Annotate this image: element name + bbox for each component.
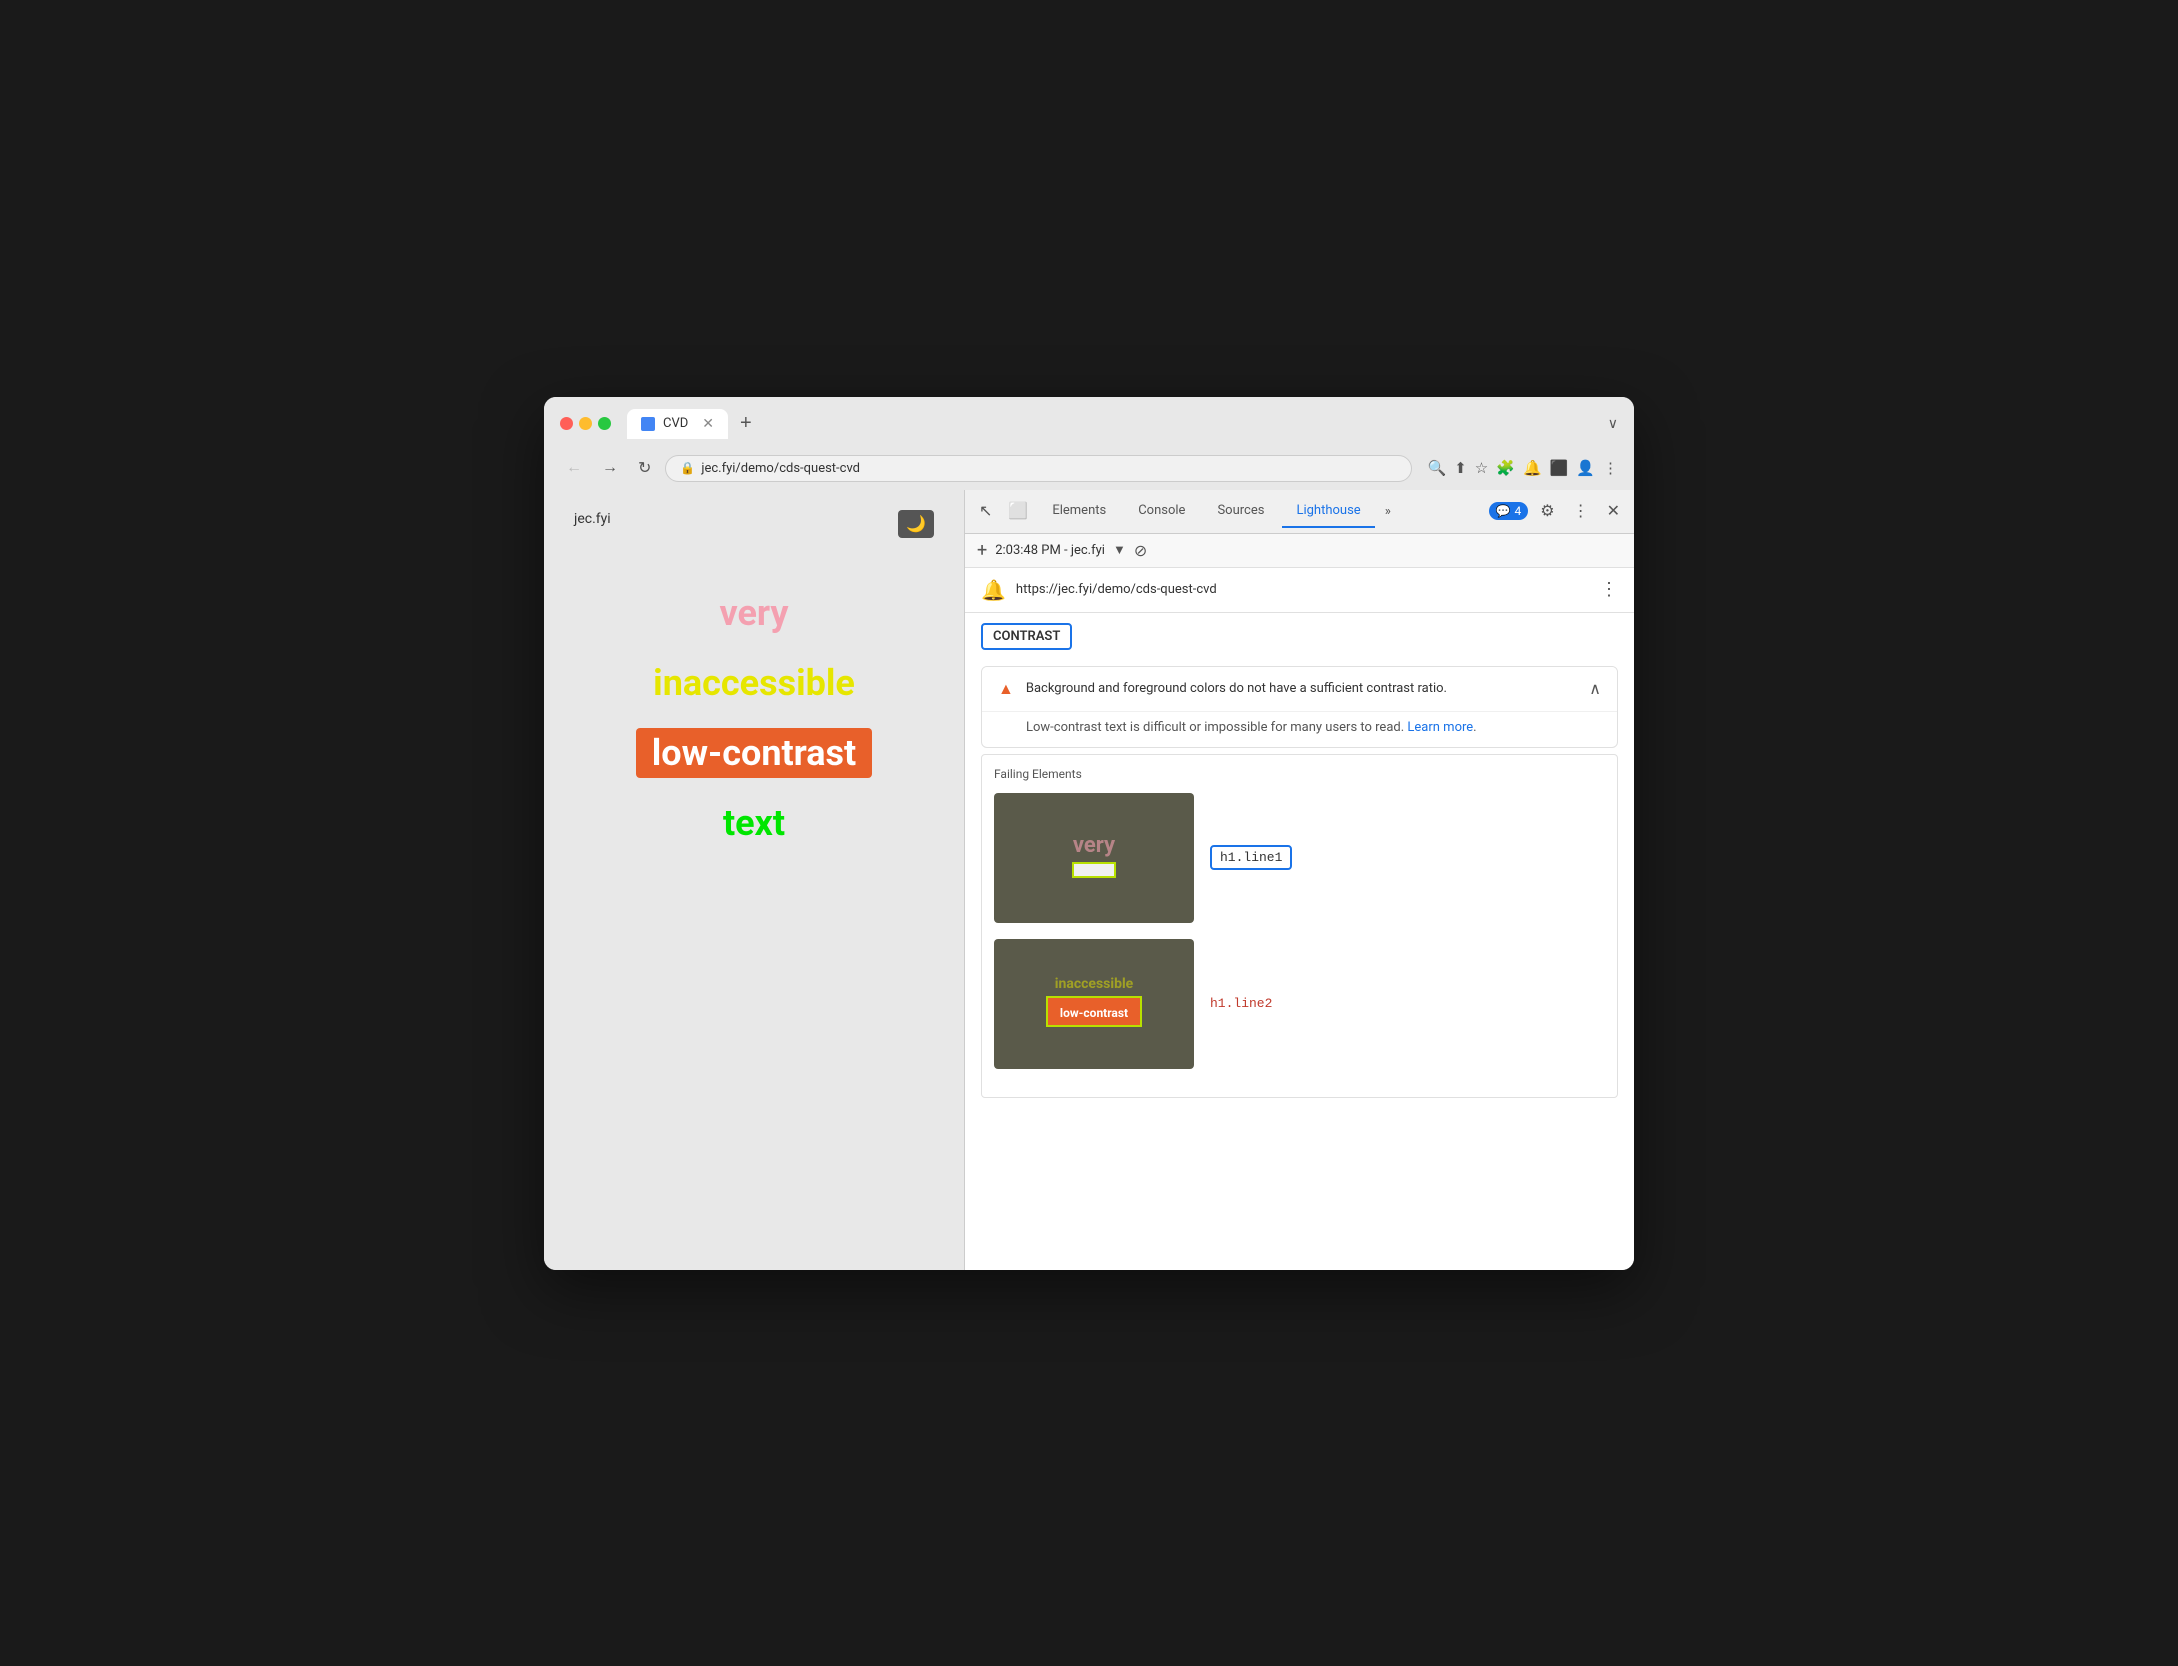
element-tag-1[interactable]: h1.line1 [1210, 845, 1292, 870]
menu-icon[interactable]: ⋮ [1603, 459, 1618, 477]
inspector-tool-button[interactable]: ⬜ [1002, 497, 1034, 525]
tab-close-button[interactable]: ✕ [702, 416, 714, 432]
contrast-badge: CONTRAST [981, 623, 1072, 650]
alert-icon[interactable]: 🔔 [1523, 459, 1542, 477]
audit-description-text: Low-contrast text is difficult or imposs… [1026, 720, 1404, 735]
dark-mode-toggle[interactable]: 🌙 [898, 510, 934, 538]
failing-elements-section: Failing Elements very h1.line1 inaccessi… [981, 754, 1618, 1098]
report-options-button[interactable]: ⋮ [1600, 579, 1618, 600]
close-button[interactable] [560, 417, 573, 430]
traffic-lights [560, 417, 611, 430]
extension-icon[interactable]: 🧩 [1496, 459, 1515, 477]
devtools-content[interactable]: 🔔 https://jec.fyi/demo/cds-quest-cvd ⋮ C… [965, 568, 1634, 1270]
refresh-button[interactable]: ↻ [632, 456, 657, 480]
browser-window: CVD ✕ + ∨ ← → ↻ 🔒 jec.fyi/demo/cds-quest… [544, 397, 1634, 1270]
audit-header: ▲ Background and foreground colors do no… [982, 667, 1617, 711]
tab-sources[interactable]: Sources [1203, 495, 1278, 528]
new-tab-button[interactable]: + [740, 412, 752, 435]
settings-button[interactable]: ⚙ [1534, 497, 1560, 525]
report-url: https://jec.fyi/demo/cds-quest-cvd [1016, 582, 1590, 597]
failing-elements-title: Failing Elements [994, 767, 1605, 781]
inaccessible-text: inaccessible [641, 658, 867, 708]
sidebar-icon[interactable]: ⬛ [1550, 459, 1569, 477]
url-text: jec.fyi/demo/cds-quest-cvd [701, 461, 860, 476]
report-warning-icon: 🔔 [981, 578, 1006, 602]
tab-favicon [641, 417, 655, 431]
address-bar: ← → ↻ 🔒 jec.fyi/demo/cds-quest-cvd 🔍 ⬆ ☆… [544, 447, 1634, 490]
thumb-highlight-1 [1072, 862, 1116, 878]
very-text: very [707, 588, 800, 638]
tab-lighthouse[interactable]: Lighthouse [1282, 495, 1374, 528]
report-dropdown[interactable]: ▼ [1113, 542, 1126, 558]
close-devtools-button[interactable]: ✕ [1601, 497, 1626, 525]
learn-more-link[interactable]: Learn more [1407, 720, 1473, 735]
report-header: 🔔 https://jec.fyi/demo/cds-quest-cvd ⋮ [965, 568, 1634, 613]
element-tag-2[interactable]: h1.line2 [1210, 996, 1272, 1011]
webpage-pane: jec.fyi 🌙 very inaccessible low-contrast… [544, 490, 964, 1270]
devtools-header: ↖ ⬜ Elements Console Sources Lighthouse … [965, 490, 1634, 534]
back-button[interactable]: ← [560, 457, 588, 479]
main-content: jec.fyi 🌙 very inaccessible low-contrast… [544, 490, 1634, 1270]
webpage-header: jec.fyi 🌙 [574, 510, 934, 538]
tab-console[interactable]: Console [1124, 495, 1199, 528]
clear-button[interactable]: ⊘ [1134, 541, 1147, 560]
devtools-toolbar: + 2:03:48 PM - jec.fyi ▼ ⊘ [965, 534, 1634, 568]
collapse-button[interactable]: ∨ [1608, 416, 1618, 432]
more-tabs-button[interactable]: » [1379, 504, 1397, 519]
browser-tab[interactable]: CVD ✕ [627, 409, 728, 439]
lock-icon: 🔒 [680, 461, 695, 475]
bookmark-icon[interactable]: ☆ [1475, 459, 1488, 477]
audit-title: Background and foreground colors do not … [1026, 681, 1577, 696]
search-icon[interactable]: 🔍 [1428, 459, 1447, 477]
more-options-button[interactable]: ⋮ [1567, 497, 1595, 525]
site-label: jec.fyi [574, 511, 611, 527]
minimize-button[interactable] [579, 417, 592, 430]
maximize-button[interactable] [598, 417, 611, 430]
audit-warning-icon: ▲ [998, 679, 1014, 699]
failing-item-1: very h1.line1 [994, 793, 1605, 923]
tab-title: CVD [663, 416, 688, 431]
cursor-tool-button[interactable]: ↖ [973, 497, 998, 525]
failing-thumbnail-2: inaccessible low-contrast [994, 939, 1194, 1069]
title-bar: CVD ✕ + ∨ [544, 397, 1634, 447]
address-icons: 🔍 ⬆ ☆ 🧩 🔔 ⬛ 👤 ⋮ [1428, 459, 1618, 477]
failing-item-2: inaccessible low-contrast h1.line2 [994, 939, 1605, 1069]
comments-badge[interactable]: 💬 4 [1489, 502, 1529, 520]
report-timestamp: 2:03:48 PM - jec.fyi [995, 543, 1105, 558]
failing-thumbnail-1: very [994, 793, 1194, 923]
demo-text-container: very inaccessible low-contrast text [574, 568, 934, 848]
forward-button[interactable]: → [596, 457, 624, 479]
badge-count: 4 [1515, 504, 1522, 518]
devtools-header-right: 💬 4 ⚙ ⋮ ✕ [1489, 497, 1626, 525]
tab-elements[interactable]: Elements [1038, 495, 1120, 528]
audit-expand-button[interactable]: ∧ [1589, 679, 1601, 698]
chat-icon: 💬 [1496, 504, 1511, 518]
audit-item: ▲ Background and foreground colors do no… [981, 666, 1618, 748]
thumb-highlight-2: low-contrast [1046, 996, 1142, 1027]
low-contrast-text: low-contrast [636, 728, 872, 778]
thumb-very-text: very [1073, 833, 1115, 858]
devtools-pane: ↖ ⬜ Elements Console Sources Lighthouse … [964, 490, 1634, 1270]
text-text: text [711, 798, 797, 848]
thumb-inaccessible-text: inaccessible [1055, 976, 1133, 992]
url-bar[interactable]: 🔒 jec.fyi/demo/cds-quest-cvd [665, 455, 1411, 482]
share-icon[interactable]: ⬆ [1454, 459, 1467, 477]
profile-icon[interactable]: 👤 [1576, 459, 1595, 477]
add-report-button[interactable]: + [977, 540, 987, 561]
audit-description: Low-contrast text is difficult or imposs… [982, 711, 1617, 747]
